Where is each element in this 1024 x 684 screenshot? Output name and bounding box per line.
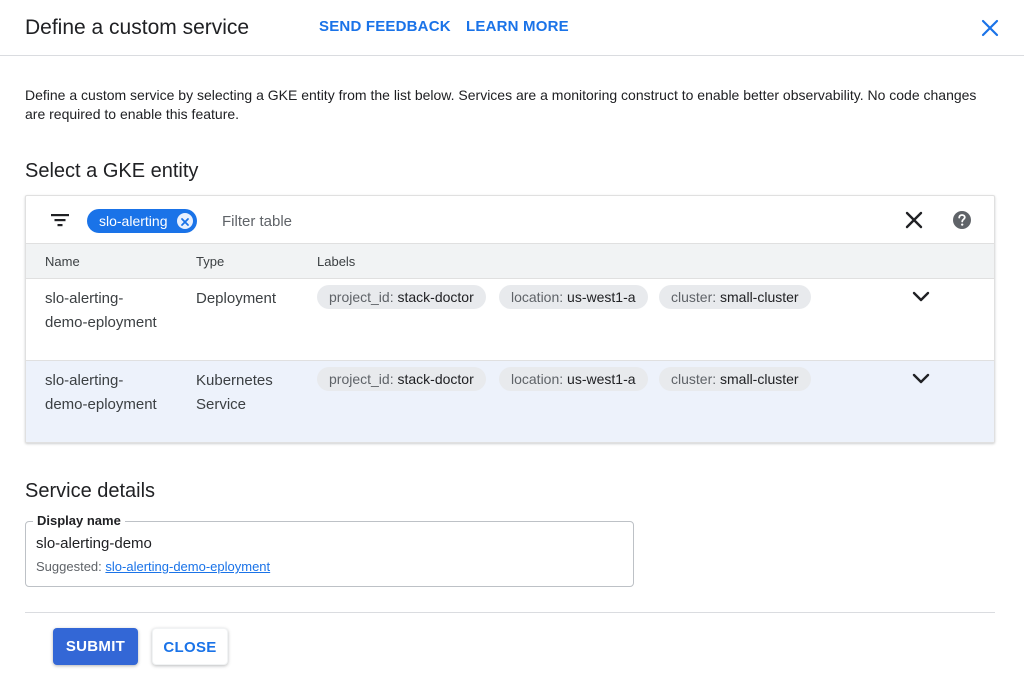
label-key: location: (511, 371, 564, 387)
label-chip: project_id: stack-doctor (317, 367, 486, 391)
entity-table: slo-alerting Name Type Labels slo-alerti… (25, 195, 995, 443)
dialog-title: Define a custom service (25, 16, 250, 39)
column-header-name[interactable]: Name (45, 254, 80, 269)
filter-bar: slo-alerting (26, 196, 994, 244)
suggested-prefix: Suggested: (36, 559, 102, 574)
row-name: slo-alerting-demo-eployment (45, 290, 157, 331)
row-name: slo-alerting-demo-eployment (45, 372, 157, 413)
cancel-circle-icon[interactable] (177, 213, 194, 229)
label-key: project_id: (329, 289, 394, 305)
submit-button[interactable]: SUBMIT (53, 628, 138, 665)
label-key: project_id: (329, 371, 394, 387)
clear-filter-icon[interactable] (904, 210, 924, 230)
chevron-down-icon[interactable] (910, 367, 932, 389)
help-circle-icon[interactable] (951, 209, 973, 231)
label-value: stack-doctor (397, 289, 474, 305)
label-key: cluster: (671, 289, 717, 305)
display-name-label: Display name (33, 513, 125, 528)
filter-chip[interactable]: slo-alerting (87, 209, 198, 233)
footer-divider (25, 612, 995, 613)
label-value: us-west1-a (567, 289, 636, 305)
label-value: us-west1-a (567, 371, 636, 387)
label-value: small-cluster (720, 289, 799, 305)
label-chip: project_id: stack-doctor (317, 285, 486, 309)
label-value: small-cluster (720, 371, 799, 387)
entity-section-heading: Select a GKE entity (25, 160, 199, 182)
display-name-input[interactable] (36, 532, 616, 554)
send-feedback-link[interactable]: SEND FEEDBACK (319, 18, 451, 35)
suggested-hint: Suggested: slo-alerting-demo-eployment (36, 559, 270, 574)
close-button[interactable]: CLOSE (152, 628, 228, 665)
label-chip: cluster: small-cluster (659, 285, 811, 309)
table-header: Name Type Labels (26, 244, 994, 279)
row-type: Deployment (196, 290, 277, 307)
label-key: cluster: (671, 371, 717, 387)
row-type: Kubernetes Service (196, 372, 273, 413)
filter-chip-label: slo-alerting (99, 213, 168, 229)
label-value: stack-doctor (397, 371, 474, 387)
display-name-field: Display name Suggested: slo-alerting-dem… (25, 513, 634, 587)
column-header-type[interactable]: Type (196, 254, 224, 269)
table-row-selected[interactable]: slo-alerting-demo-eployment Kubernetes S… (26, 361, 994, 442)
close-icon[interactable] (978, 16, 1002, 40)
filter-table-input[interactable] (220, 208, 824, 234)
chevron-down-icon[interactable] (910, 285, 932, 307)
filter-list-icon[interactable] (50, 210, 70, 230)
intro-text: Define a custom service by selecting a G… (25, 87, 977, 122)
suggested-name-link[interactable]: slo-alerting-demo-eployment (105, 559, 270, 574)
label-chip: location: us-west1-a (499, 367, 648, 391)
service-details-heading: Service details (25, 480, 156, 502)
label-key: location: (511, 289, 564, 305)
dialog-header: Define a custom service SEND FEEDBACK LE… (0, 0, 1024, 56)
label-chip: cluster: small-cluster (659, 367, 811, 391)
label-chip: location: us-west1-a (499, 285, 648, 309)
column-header-labels[interactable]: Labels (317, 254, 355, 269)
learn-more-link[interactable]: LEARN MORE (466, 18, 569, 35)
table-row[interactable]: slo-alerting-demo-eployment Deployment p… (26, 279, 994, 361)
